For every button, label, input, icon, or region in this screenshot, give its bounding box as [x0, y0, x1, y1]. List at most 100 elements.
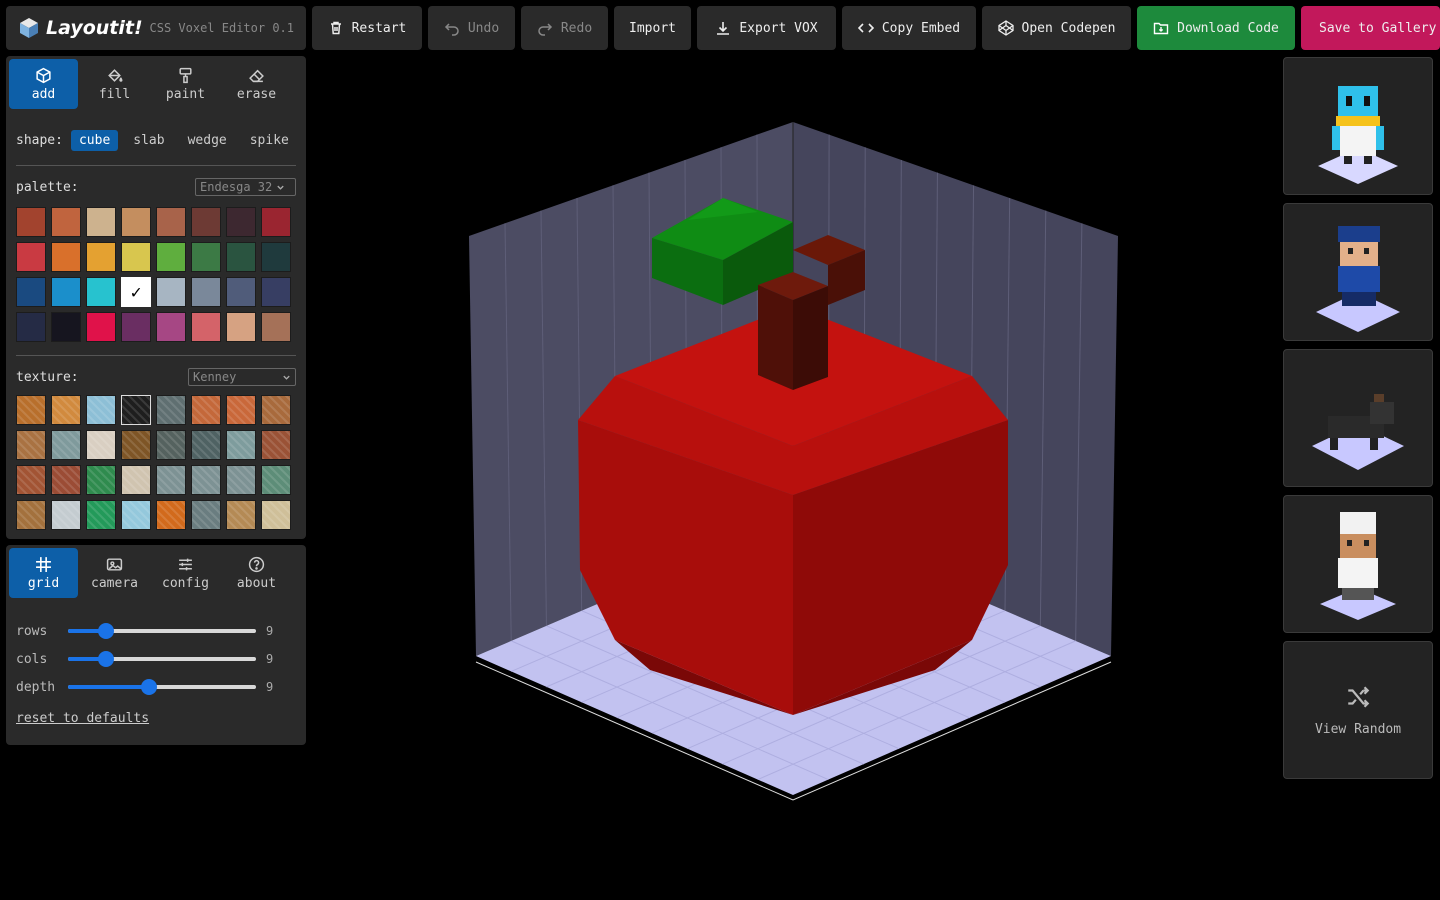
- texture-tile[interactable]: [261, 430, 291, 460]
- texture-select[interactable]: Kenney: [188, 368, 296, 386]
- texture-tile[interactable]: [16, 465, 46, 495]
- palette-swatch[interactable]: ✓: [121, 277, 151, 307]
- palette-swatch[interactable]: [261, 242, 291, 272]
- redo-button[interactable]: Redo: [521, 6, 608, 50]
- texture-tile[interactable]: [226, 395, 256, 425]
- texture-tile[interactable]: [16, 430, 46, 460]
- palette-swatch[interactable]: [51, 207, 81, 237]
- palette-swatch[interactable]: [156, 207, 186, 237]
- texture-tile[interactable]: [86, 465, 116, 495]
- texture-tile[interactable]: [51, 395, 81, 425]
- texture-tile[interactable]: [16, 395, 46, 425]
- shape-spike[interactable]: spike: [242, 130, 297, 151]
- palette-swatch[interactable]: [16, 242, 46, 272]
- gallery-item-chef[interactable]: [1283, 495, 1433, 633]
- texture-tile[interactable]: [261, 500, 291, 530]
- palette-swatch[interactable]: [16, 277, 46, 307]
- texture-tile[interactable]: [156, 430, 186, 460]
- texture-tile[interactable]: [191, 465, 221, 495]
- texture-tile[interactable]: [51, 465, 81, 495]
- app-logo[interactable]: Layoutit!: [18, 17, 143, 39]
- tab-config[interactable]: config: [151, 548, 220, 598]
- rows-slider-thumb[interactable]: [97, 623, 114, 639]
- palette-swatch[interactable]: [51, 312, 81, 342]
- texture-tile[interactable]: [191, 395, 221, 425]
- texture-tile[interactable]: [121, 395, 151, 425]
- texture-tile[interactable]: [226, 465, 256, 495]
- texture-tile[interactable]: [16, 500, 46, 530]
- palette-swatch[interactable]: [51, 242, 81, 272]
- shape-wedge[interactable]: wedge: [180, 130, 235, 151]
- palette-swatch[interactable]: [121, 312, 151, 342]
- texture-tile[interactable]: [51, 500, 81, 530]
- tool-erase[interactable]: erase: [222, 59, 291, 109]
- tab-about[interactable]: about: [222, 548, 291, 598]
- gallery-item-penguin[interactable]: [1283, 57, 1433, 195]
- tab-grid[interactable]: grid: [9, 548, 78, 598]
- palette-swatch[interactable]: [86, 277, 116, 307]
- palette-swatch[interactable]: [121, 242, 151, 272]
- palette-swatch[interactable]: [16, 312, 46, 342]
- view-random-button[interactable]: View Random: [1283, 641, 1433, 779]
- texture-tile[interactable]: [226, 500, 256, 530]
- palette-swatch[interactable]: [156, 312, 186, 342]
- texture-tile[interactable]: [121, 465, 151, 495]
- undo-button[interactable]: Undo: [428, 6, 515, 50]
- texture-tile[interactable]: [156, 500, 186, 530]
- texture-tile[interactable]: [261, 395, 291, 425]
- palette-swatch[interactable]: [226, 207, 256, 237]
- restart-button[interactable]: Restart: [312, 6, 422, 50]
- depth-slider-thumb[interactable]: [140, 679, 157, 695]
- palette-swatch[interactable]: [16, 207, 46, 237]
- texture-tile[interactable]: [156, 465, 186, 495]
- gallery-item-police[interactable]: [1283, 203, 1433, 341]
- texture-tile[interactable]: [121, 430, 151, 460]
- palette-swatch[interactable]: [226, 312, 256, 342]
- palette-swatch[interactable]: [191, 242, 221, 272]
- tool-add[interactable]: add: [9, 59, 78, 109]
- palette-swatch[interactable]: [86, 312, 116, 342]
- tool-fill[interactable]: fill: [80, 59, 149, 109]
- palette-swatch[interactable]: [261, 207, 291, 237]
- palette-swatch[interactable]: [191, 277, 221, 307]
- cols-slider[interactable]: [68, 651, 256, 667]
- palette-swatch[interactable]: [51, 277, 81, 307]
- copy-embed-button[interactable]: Copy Embed: [842, 6, 976, 50]
- reset-defaults-link[interactable]: reset to defaults: [6, 711, 306, 726]
- cols-slider-thumb[interactable]: [97, 651, 114, 667]
- texture-tile[interactable]: [156, 395, 186, 425]
- palette-swatch[interactable]: [121, 207, 151, 237]
- texture-tile[interactable]: [86, 500, 116, 530]
- texture-tile[interactable]: [121, 500, 151, 530]
- texture-tile[interactable]: [226, 430, 256, 460]
- texture-tile[interactable]: [51, 430, 81, 460]
- palette-swatch[interactable]: [261, 312, 291, 342]
- palette-select[interactable]: Endesga 32: [195, 178, 296, 196]
- palette-swatch[interactable]: [226, 242, 256, 272]
- texture-tile[interactable]: [86, 430, 116, 460]
- tool-paint[interactable]: paint: [151, 59, 220, 109]
- palette-swatch[interactable]: [261, 277, 291, 307]
- palette-swatch[interactable]: [86, 242, 116, 272]
- voxel-canvas[interactable]: [440, 110, 1140, 810]
- shape-slab[interactable]: slab: [125, 130, 172, 151]
- palette-swatch[interactable]: [226, 277, 256, 307]
- save-to-gallery-button[interactable]: Save to Gallery: [1301, 6, 1440, 50]
- export-vox-button[interactable]: Export VOX: [697, 6, 836, 50]
- texture-tile[interactable]: [191, 500, 221, 530]
- palette-swatch[interactable]: [191, 312, 221, 342]
- depth-slider[interactable]: [68, 679, 256, 695]
- rows-slider[interactable]: [68, 623, 256, 639]
- palette-swatch[interactable]: [86, 207, 116, 237]
- texture-tile[interactable]: [86, 395, 116, 425]
- import-button[interactable]: Import: [614, 6, 691, 50]
- download-code-button[interactable]: Download Code: [1137, 6, 1295, 50]
- palette-swatch[interactable]: [156, 277, 186, 307]
- tab-camera[interactable]: camera: [80, 548, 149, 598]
- palette-swatch[interactable]: [156, 242, 186, 272]
- open-codepen-button[interactable]: Open Codepen: [982, 6, 1131, 50]
- shape-cube[interactable]: cube: [70, 130, 119, 151]
- texture-tile[interactable]: [191, 430, 221, 460]
- gallery-item-black-cat[interactable]: [1283, 349, 1433, 487]
- texture-tile[interactable]: [261, 465, 291, 495]
